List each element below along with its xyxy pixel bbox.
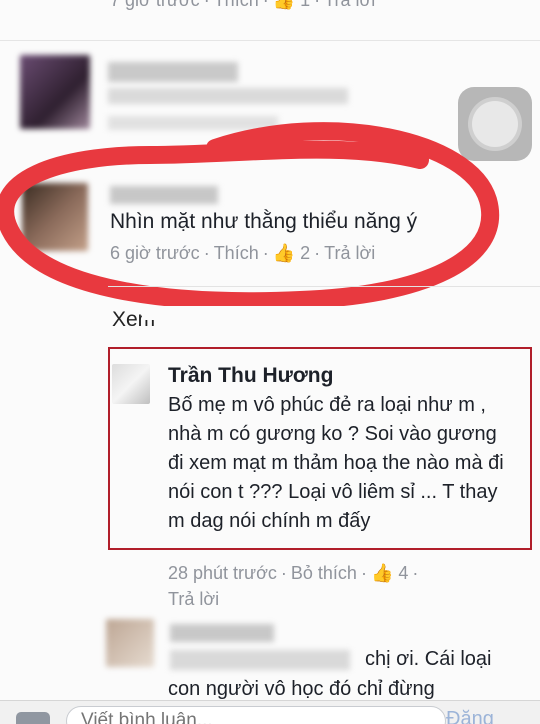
like-thumb-icon: 👍 <box>272 243 296 263</box>
comment-text-line: chị ơi. Cái loại <box>365 648 492 670</box>
blurred-author-name <box>170 624 274 642</box>
comment-input[interactable] <box>66 706 446 724</box>
comment-time: 7 giờ trước <box>110 0 200 10</box>
like-count: 4 <box>398 563 409 583</box>
reply-time: 28 phút trước <box>168 563 277 583</box>
reply-link[interactable]: Trả lời <box>168 589 219 609</box>
blurred-comment-text <box>108 88 348 104</box>
like-link[interactable]: Thích <box>214 0 259 10</box>
view-replies-link[interactable]: Xem <box>112 306 372 330</box>
avatar[interactable] <box>112 364 150 404</box>
comment-meta: 6 giờ trước · Thích · 👍 2 · Trả lời <box>110 243 376 263</box>
avatar[interactable] <box>20 55 90 129</box>
view-replies-label: Xem <box>112 308 156 330</box>
divider <box>0 40 540 41</box>
blurred-mention-tag <box>170 650 350 670</box>
blurred-author-name <box>108 62 238 82</box>
reply-meta: 28 phút trước · Bỏ thích · 👍 4 · Trả lời <box>168 563 419 609</box>
like-thumb-icon: 👍 <box>370 563 394 583</box>
assistive-touch-button[interactable] <box>458 87 532 161</box>
reply-text: Bố mẹ m vô phúc đẻ ra loại như m , nhà m… <box>168 394 504 532</box>
like-link[interactable]: Thích <box>214 243 259 263</box>
camera-icon[interactable] <box>16 712 50 724</box>
reply-link[interactable]: Trả lời <box>324 243 375 263</box>
blurred-author-name <box>110 186 218 204</box>
like-thumb-icon: 👍 <box>272 0 296 10</box>
avatar[interactable] <box>22 183 88 251</box>
blurred-comment-meta <box>108 116 278 130</box>
comment-text: Nhìn mặt như thằng thiểu năng ý <box>110 210 418 233</box>
avatar[interactable] <box>106 619 154 667</box>
post-button[interactable]: Đăng <box>446 708 494 724</box>
reply-author-name[interactable]: Trần Thu Hương <box>168 364 333 388</box>
like-count: 2 <box>300 243 311 263</box>
comment-time: 6 giờ trước <box>110 243 200 263</box>
top-comment-meta: 7 giờ trước · Thích · 👍 1 · Trả lời <box>110 0 530 14</box>
unlike-link[interactable]: Bỏ thích <box>291 563 357 583</box>
divider <box>108 286 540 287</box>
like-count: 1 <box>300 0 311 10</box>
reply-link[interactable]: Trả lời <box>324 0 375 10</box>
comment-text-line: con người vô học đó chỉ đừng <box>168 678 435 700</box>
